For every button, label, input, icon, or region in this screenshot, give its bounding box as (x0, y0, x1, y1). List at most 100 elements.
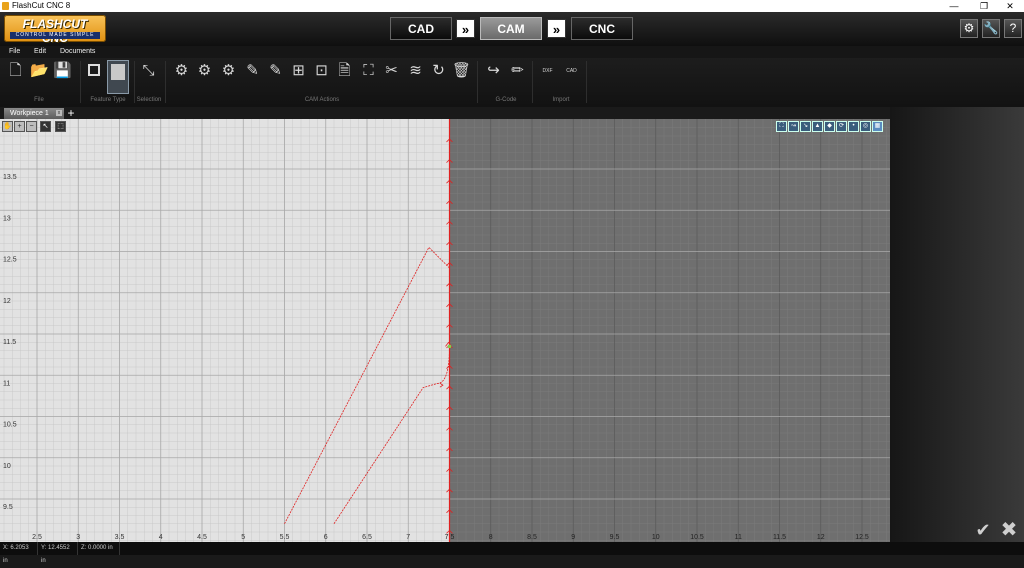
edit-path-icon[interactable]: ✎ (266, 60, 285, 82)
x-tick-label: 10 (652, 534, 660, 541)
group-label-feature-type: Feature Type (90, 97, 126, 103)
view-leads-icon[interactable]: ⟳ (836, 121, 847, 132)
y-tick-label: 12 (3, 298, 11, 305)
cnc-mode-button[interactable]: CNC (571, 17, 633, 40)
x-tick-label: 6.5 (362, 534, 372, 541)
x-tick-label: 2.5 (32, 534, 42, 541)
x-tick-label: 5.5 (280, 534, 290, 541)
help-icon[interactable]: ? (1004, 19, 1022, 38)
view-center-icon[interactable]: ◎ (860, 121, 871, 132)
next-arrow-icon: » (456, 19, 475, 38)
select-arrow-icon[interactable]: ↖ (40, 121, 51, 132)
save-icon[interactable]: 💾 (53, 60, 72, 82)
x-tick-label: 5 (241, 534, 245, 541)
document-icon[interactable]: 🗎 (335, 60, 354, 82)
add-tab-button[interactable]: + (66, 107, 76, 119)
x-tick-label: 4 (159, 534, 163, 541)
minimize-button[interactable]: — (940, 0, 968, 12)
logo-tagline: CONTROL MADE SIMPLE (10, 32, 100, 39)
lead-in-icon[interactable]: ⚙ (195, 60, 214, 82)
zoom-out-icon[interactable]: − (26, 121, 37, 132)
x-tick-label: 9.5 (610, 534, 620, 541)
tabs-icon[interactable]: ✎ (243, 60, 262, 82)
tool-change-icon[interactable]: ✂ (382, 60, 401, 82)
view-tool-icon[interactable]: ▲ (812, 121, 823, 132)
fit-selection-icon[interactable]: ⛶ (359, 60, 378, 82)
outline-feature-icon[interactable] (84, 60, 103, 82)
view-points-icon[interactable]: • (848, 121, 859, 132)
workpiece-tab-bar: Workpiece 1 x + (0, 107, 890, 119)
y-tick-label: 10 (3, 463, 11, 470)
x-tick-label: 12.5 (855, 534, 869, 541)
zoom-extents-icon[interactable]: ⛶ (776, 121, 787, 132)
group-label-import: Import (552, 97, 570, 103)
select-pointer-icon[interactable]: ⤡ (139, 60, 158, 82)
view-rapids-icon[interactable]: ↘ (800, 121, 811, 132)
import-cad-icon[interactable]: CAD (562, 60, 581, 82)
cam-canvas[interactable]: 2.533.544.555.566.577.588.599.51010.5111… (0, 119, 890, 542)
x-tick-label: 9 (571, 534, 575, 541)
edit-gcode-icon[interactable]: ✏ (508, 60, 527, 82)
generate-gcode-icon[interactable]: ↪ (484, 60, 503, 82)
group-divider (532, 61, 533, 103)
x-tick-label: 12 (817, 534, 825, 541)
group-label-cam-actions: CAM Actions (304, 97, 340, 103)
ok-check-icon[interactable]: ✔ (974, 520, 992, 540)
y-coordinate: Y: 12.4552 in (38, 542, 78, 564)
x-tick-label: 4.5 (197, 534, 207, 541)
refresh-icon[interactable]: ↻ (429, 60, 448, 82)
pocket-feature-icon[interactable] (107, 60, 129, 94)
view-toolpath-icon[interactable]: ↝ (788, 121, 799, 132)
cam-mode-button[interactable]: CAM (480, 17, 542, 40)
group-label-selection: Selection (136, 97, 162, 103)
cad-mode-button[interactable]: CAD (390, 17, 452, 40)
group-divider (80, 61, 81, 103)
ribbon-toolbar: 🗋 📂 💾 File Feature Type ⤡ Selection ⚙ ⚙ … (0, 58, 1024, 107)
expand-icon[interactable]: ⊞ (289, 60, 308, 82)
y-tick-label: 13 (3, 215, 11, 222)
group-divider (165, 61, 166, 103)
menu-documents[interactable]: Documents (60, 46, 95, 58)
next-arrow-icon: » (547, 19, 566, 38)
y-tick-label: 9.5 (3, 504, 13, 511)
restore-button[interactable]: ❐ (970, 0, 998, 12)
y-tick-label: 12.5 (3, 257, 17, 264)
z-coordinate: Z: 0.0000 in (78, 542, 120, 555)
flashcut-logo: FLASHCUT CNC CONTROL MADE SIMPLE (4, 15, 106, 45)
group-divider (477, 61, 478, 103)
zoom-in-icon[interactable]: + (14, 121, 25, 132)
menu-file[interactable]: File (9, 46, 20, 58)
open-folder-icon[interactable]: 📂 (30, 60, 49, 82)
group-divider (586, 61, 587, 103)
new-file-icon[interactable]: 🗋 (6, 60, 25, 82)
wrench-icon[interactable]: 🔧 (982, 19, 1000, 38)
tab-workpiece-1[interactable]: Workpiece 1 x (4, 108, 64, 119)
menu-bar: File Edit Documents (0, 46, 1024, 58)
toolpath-start-point (447, 344, 452, 349)
x-tick-label: 11.5 (773, 534, 786, 541)
cam-settings-icon[interactable]: ⚙ (172, 60, 191, 82)
x-tick-label: 11 (735, 534, 742, 541)
import-dxf-icon[interactable]: DXF (538, 60, 557, 82)
view-material-icon[interactable]: ◆ (824, 121, 835, 132)
pan-hand-icon[interactable]: ✋ (2, 121, 13, 132)
x-coordinate: X: 6.2053 in (0, 542, 38, 564)
trash-icon[interactable]: 🗑 (452, 60, 471, 82)
grid-canvas[interactable]: 2.533.544.555.566.577.588.599.51010.5111… (0, 119, 890, 542)
app-icon (2, 2, 9, 10)
cancel-x-icon[interactable]: ✖ (1000, 520, 1018, 540)
lead-out-icon[interactable]: ⚙ (219, 60, 238, 82)
layer-edit-icon[interactable]: ≋ (406, 60, 425, 82)
status-bar: X: 6.2053 in Y: 12.4552 in Z: 0.0000 in (0, 542, 1024, 564)
x-tick-label: 3.5 (115, 534, 125, 541)
settings-gear-icon[interactable]: ⚙ (960, 19, 978, 38)
shrink-icon[interactable]: ⊡ (312, 60, 331, 82)
main-header: FLASHCUT CNC CONTROL MADE SIMPLE CAD » C… (0, 12, 1024, 46)
close-button[interactable]: ✕ (996, 0, 1024, 12)
select-box-icon[interactable]: ⬚ (55, 121, 66, 132)
x-tick-label: 7 (406, 534, 410, 541)
x-tick-label: 8.5 (527, 534, 537, 541)
grid-toggle-icon[interactable]: ▦ (872, 121, 883, 132)
menu-edit[interactable]: Edit (34, 46, 46, 58)
tab-close-icon[interactable]: x (56, 110, 62, 116)
